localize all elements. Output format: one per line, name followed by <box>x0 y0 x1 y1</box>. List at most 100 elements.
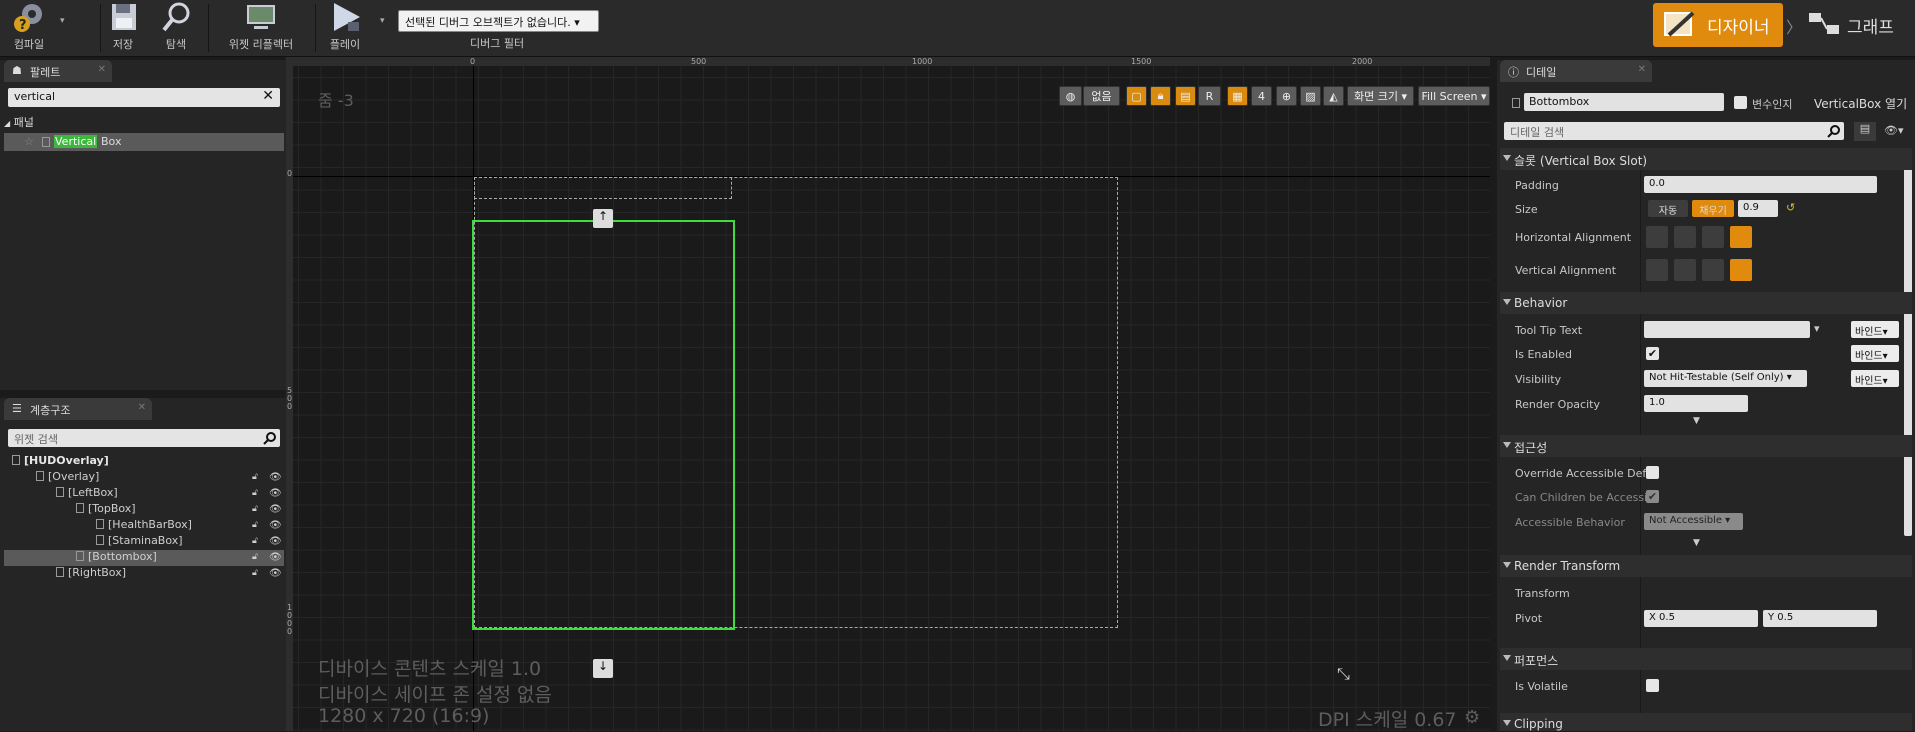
image-icon[interactable]: ▨ <box>1300 86 1321 106</box>
accessible-behavior-select[interactable]: Not Accessible ▾ <box>1644 513 1743 530</box>
resize-handle-icon[interactable]: ⤡ <box>1337 664 1350 684</box>
graph-mode-button[interactable]: 그래프 <box>1805 3 1910 47</box>
property-matrix-icon[interactable]: ▤ <box>1854 122 1876 141</box>
debug-object-select[interactable]: 선택된 디버그 오브젝트가 없습니다. ▾ <box>398 10 599 32</box>
is-variable-checkbox[interactable] <box>1734 96 1747 109</box>
favorite-star-icon[interactable]: ☆ <box>24 135 34 148</box>
palette-item-vertical-box[interactable]: ☆ Vertical Box <box>4 133 284 151</box>
enabled-bind-button[interactable]: 바인드▾ <box>1851 345 1899 362</box>
close-icon[interactable]: ✕ <box>1638 64 1646 75</box>
move-down-arrow-icon[interactable]: ↓ <box>593 659 613 678</box>
halign-center-icon[interactable] <box>1674 226 1696 248</box>
reset-default-icon[interactable]: ↺ <box>1786 201 1795 214</box>
performance-section-header[interactable]: 퍼포먼스 <box>1500 648 1912 670</box>
render-transform-section-header[interactable]: Render Transform <box>1500 555 1912 577</box>
behavior-section-header[interactable]: Behavior <box>1500 292 1912 314</box>
accessibility-section-header[interactable]: 접근성 <box>1500 435 1912 457</box>
slot-section-header[interactable]: 슬롯 (Vertical Box Slot) <box>1500 148 1912 170</box>
size-fill-button[interactable]: 채우기 <box>1692 200 1734 217</box>
palette-tab[interactable]: ☗ 팔레트 ✕ <box>4 60 112 82</box>
valign-top-icon[interactable] <box>1646 259 1668 281</box>
is-enabled-checkbox[interactable]: ✔ <box>1646 347 1659 360</box>
fill-screen-dropdown[interactable]: Fill Screen ▾ <box>1418 86 1490 106</box>
browse-button[interactable]: 탐색 <box>156 0 196 57</box>
tooltip-input[interactable] <box>1644 321 1810 338</box>
halign-fill-icon[interactable] <box>1730 226 1752 248</box>
hierarchy-tab[interactable]: ☰ 계층구조 ✕ <box>4 398 152 420</box>
is-volatile-checkbox[interactable] <box>1646 679 1659 692</box>
palette-category-panel[interactable]: ◢ 패널 <box>4 114 34 130</box>
override-accessible-checkbox[interactable] <box>1646 466 1659 479</box>
lock-icon[interactable]: 🔓︎ <box>252 504 262 514</box>
tooltip-dropdown-icon[interactable]: ▾ <box>1814 322 1820 335</box>
eye-icon[interactable]: 👁︎ <box>269 568 282 579</box>
widget-reflector-button[interactable]: 위젯 리플렉터 <box>216 0 306 57</box>
eye-icon[interactable]: 👁︎ <box>269 504 282 515</box>
designer-canvas[interactable]: ↑ ↓ ⤡ <box>293 66 1490 731</box>
expand-advanced-icon[interactable]: ▼ <box>1693 416 1700 426</box>
snap-icon[interactable]: ▤ <box>1175 86 1196 106</box>
lock-icon[interactable]: 🔓︎ <box>252 472 262 482</box>
palette-search-input[interactable]: vertical ✕ <box>8 88 280 107</box>
visibility-select[interactable]: Not Hit-Testable (Self Only) ▾ <box>1644 370 1807 387</box>
eye-icon[interactable]: 👁︎ <box>269 520 282 531</box>
visibility-eye-icon[interactable]: 👁︎▾ <box>1884 124 1904 137</box>
eye-icon[interactable]: 👁︎ <box>269 488 282 499</box>
widget-name-input[interactable]: Bottombox <box>1524 93 1724 111</box>
size-auto-button[interactable]: 자동 <box>1648 200 1688 217</box>
grid-snap-icon[interactable]: ▦ <box>1227 86 1248 106</box>
lock-icon[interactable]: 🔒︎ <box>1150 86 1171 106</box>
pivot-label[interactable]: Pivot <box>1515 612 1542 625</box>
grid-size-button[interactable]: 4 <box>1251 86 1272 106</box>
widget-search-input[interactable]: 위젯 검색 <box>8 429 280 447</box>
dpi-settings-gear-icon[interactable]: ⚙ <box>1464 707 1480 728</box>
close-icon[interactable]: ✕ <box>138 402 146 413</box>
valign-fill-icon[interactable] <box>1730 259 1752 281</box>
halign-left-icon[interactable] <box>1646 226 1668 248</box>
globe-icon[interactable]: ◍ <box>1059 86 1082 106</box>
respect-locks-button[interactable]: R <box>1198 86 1221 106</box>
move-up-arrow-icon[interactable]: ↑ <box>593 209 613 228</box>
expand-advanced-icon[interactable]: ▼ <box>1693 538 1700 548</box>
padding-input[interactable]: 0.0 <box>1644 176 1877 193</box>
details-scrollbar[interactable] <box>1904 148 1912 536</box>
details-search-input[interactable]: 디테일 검색 <box>1504 122 1844 140</box>
eye-icon[interactable]: 👁︎ <box>269 536 282 547</box>
render-opacity-input[interactable]: 1.0 <box>1644 395 1748 412</box>
hierarchy-row[interactable]: [Bottombox] 🔓︎ 👁︎ <box>4 550 284 566</box>
lock-icon[interactable]: 🔓︎ <box>252 488 262 498</box>
localization-none-button[interactable]: 없음 <box>1083 86 1120 106</box>
eye-icon[interactable]: 👁︎ <box>269 472 282 483</box>
lock-icon[interactable]: 🔓︎ <box>252 520 262 530</box>
screen-size-dropdown[interactable]: 화면 크기 ▾ <box>1347 86 1414 106</box>
hierarchy-row[interactable]: [TopBox] 🔓︎ 👁︎ <box>4 502 284 518</box>
mirror-icon[interactable]: ◭ <box>1323 86 1344 106</box>
eye-icon[interactable]: 👁︎ <box>269 552 282 563</box>
transform-label[interactable]: Transform <box>1515 587 1570 600</box>
lock-icon[interactable]: 🔓︎ <box>252 536 262 546</box>
play-button[interactable]: 플레이 <box>322 0 368 57</box>
children-accessible-checkbox[interactable]: ✔ <box>1646 490 1659 503</box>
designer-mode-button[interactable]: 디자이너 <box>1653 3 1783 47</box>
compile-dropdown-icon[interactable]: ▾ <box>60 16 65 26</box>
clear-search-icon[interactable]: ✕ <box>262 88 274 104</box>
close-icon[interactable]: ✕ <box>98 64 106 75</box>
hierarchy-row[interactable]: [RightBox] 🔓︎ 👁︎ <box>4 566 284 582</box>
hierarchy-row[interactable]: [LeftBox] 🔓︎ 👁︎ <box>4 486 284 502</box>
visibility-bind-button[interactable]: 바인드▾ <box>1851 370 1899 387</box>
play-dropdown-icon[interactable]: ▾ <box>380 16 385 26</box>
tooltip-bind-button[interactable]: 바인드▾ <box>1851 321 1899 338</box>
pivot-y-input[interactable]: Y 0.5 <box>1763 610 1877 627</box>
valign-bottom-icon[interactable] <box>1702 259 1724 281</box>
details-tab[interactable]: ⓘ 디테일 ✕ <box>1500 60 1652 82</box>
transform-icon[interactable]: ⊕ <box>1276 86 1297 106</box>
lock-icon[interactable]: 🔓︎ <box>252 568 262 578</box>
compile-button[interactable]: ? 컴파일 <box>4 0 54 57</box>
save-button[interactable]: 저장 <box>104 0 142 57</box>
size-fill-value-input[interactable]: 0.9 <box>1738 200 1778 217</box>
outline-toggle-icon[interactable]: ▢ <box>1126 86 1147 106</box>
valign-center-icon[interactable] <box>1674 259 1696 281</box>
pivot-x-input[interactable]: X 0.5 <box>1644 610 1758 627</box>
halign-right-icon[interactable] <box>1702 226 1724 248</box>
open-verticalbox-link[interactable]: VerticalBox 열기 <box>1814 95 1907 112</box>
